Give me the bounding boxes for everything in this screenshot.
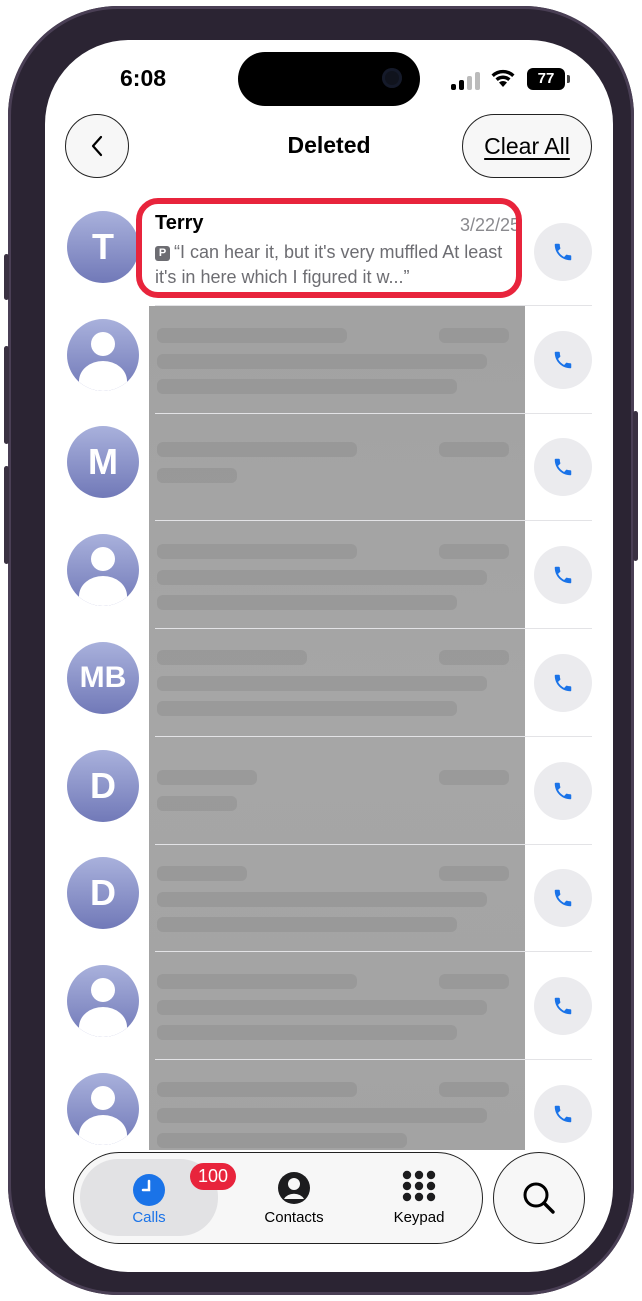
tab-contacts[interactable]: Contacts [234, 1153, 354, 1242]
search-icon [523, 1182, 555, 1214]
call-back-button[interactable] [534, 762, 592, 820]
contact-avatar: D [67, 750, 139, 822]
contact-avatar: D [67, 857, 139, 929]
battery-indicator: 77 [527, 68, 570, 90]
person-icon [67, 965, 139, 1037]
contact-avatar: M [67, 426, 139, 498]
phone-icon [554, 997, 572, 1015]
call-back-button[interactable] [534, 654, 592, 712]
phone-icon [554, 782, 572, 800]
contact-avatar: MB [67, 642, 139, 714]
nav-header: Deleted Clear All [45, 114, 613, 184]
person-icon [67, 534, 139, 606]
tab-keypad[interactable]: Keypad [364, 1153, 474, 1242]
dynamic-island [238, 52, 420, 106]
keypad-icon [402, 1170, 436, 1202]
call-back-button[interactable] [534, 331, 592, 389]
call-back-button[interactable] [534, 438, 592, 496]
screen: 6:08 77 Deleted Clear All T Terry 3/22/2… [45, 40, 613, 1272]
action-button [4, 254, 9, 300]
call-back-button[interactable] [534, 869, 592, 927]
call-row[interactable]: MB [45, 629, 613, 737]
call-row[interactable]: D [45, 844, 613, 952]
status-bar: 6:08 77 [45, 40, 613, 120]
tab-contacts-label: Contacts [264, 1209, 324, 1226]
tab-bar: Calls 100 Contacts Keypad [73, 1152, 483, 1244]
call-row[interactable]: D [45, 737, 613, 845]
tab-calls-label: Calls [132, 1209, 166, 1226]
volume-down-button [4, 466, 9, 564]
camera-icon [382, 68, 402, 88]
phone-icon [554, 351, 572, 369]
search-button[interactable] [493, 1152, 585, 1244]
highlight-box [136, 198, 522, 298]
phone-icon [554, 243, 572, 261]
power-button [633, 411, 638, 561]
phone-icon [554, 566, 572, 584]
person-icon [67, 319, 139, 391]
phone-icon [554, 889, 572, 907]
call-row[interactable]: M [45, 413, 613, 521]
signal-icon [451, 70, 483, 90]
clock-icon [133, 1174, 165, 1206]
status-time: 6:08 [120, 65, 167, 91]
wifi-icon [491, 69, 515, 87]
clear-all-button[interactable]: Clear All [462, 114, 592, 178]
call-back-button[interactable] [534, 1085, 592, 1143]
missed-calls-badge: 100 [190, 1163, 237, 1190]
call-row[interactable] [45, 952, 613, 1060]
person-icon [67, 1073, 139, 1145]
phone-frame: 6:08 77 Deleted Clear All T Terry 3/22/2… [4, 6, 638, 1295]
volume-up-button [4, 346, 9, 444]
contact-avatar: T [67, 211, 139, 283]
call-row[interactable] [45, 306, 613, 414]
call-back-button[interactable] [534, 223, 592, 281]
call-back-button[interactable] [534, 546, 592, 604]
phone-icon [554, 674, 572, 692]
tab-keypad-label: Keypad [393, 1209, 445, 1226]
call-back-button[interactable] [534, 977, 592, 1035]
call-row[interactable] [45, 521, 613, 629]
phone-icon [554, 458, 572, 476]
phone-icon [554, 1105, 572, 1123]
person-circle-icon [278, 1172, 310, 1204]
